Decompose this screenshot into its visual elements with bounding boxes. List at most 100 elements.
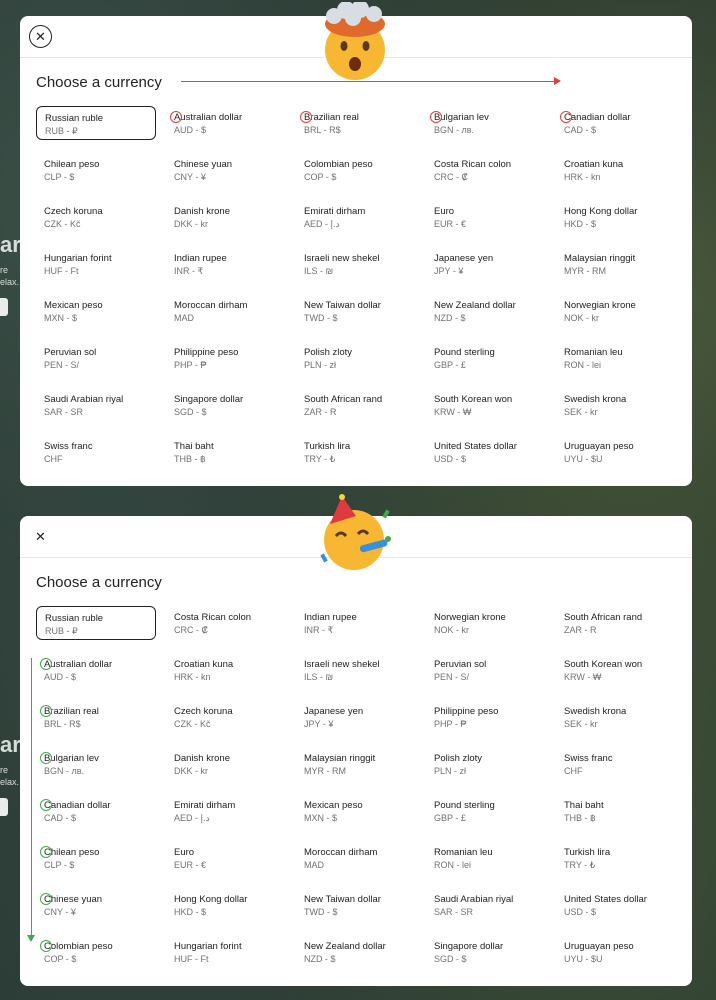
currency-option[interactable]: Swedish krona SEK - kr bbox=[556, 700, 686, 734]
currency-option[interactable]: Polish zloty PLN - zł bbox=[296, 341, 426, 375]
currency-option[interactable]: South African rand ZAR - R bbox=[296, 388, 426, 422]
currency-name: Canadian dollar bbox=[44, 800, 111, 811]
currency-option[interactable]: Thai baht THB - ฿ bbox=[556, 794, 686, 828]
currency-option[interactable]: Pound sterling GBP - £ bbox=[426, 341, 556, 375]
currency-option[interactable]: Mexican peso MXN - $ bbox=[36, 294, 166, 328]
currency-option[interactable]: Thai baht THB - ฿ bbox=[166, 435, 296, 469]
currency-option[interactable]: Euro EUR - € bbox=[426, 200, 556, 234]
currency-name: Brazilian real bbox=[44, 706, 99, 717]
currency-option[interactable]: Peruvian sol PEN - S/ bbox=[426, 653, 556, 687]
currency-option[interactable]: Bulgarian lev BGN - лв. bbox=[36, 747, 166, 781]
currency-option[interactable]: Chinese yuan CNY - ¥ bbox=[166, 153, 296, 187]
currency-option[interactable]: Costa Rican colon CRC - ₡ bbox=[426, 153, 556, 187]
currency-option[interactable]: Czech koruna CZK - Kč bbox=[166, 700, 296, 734]
currency-option[interactable]: Costa Rican colon CRC - ₡ bbox=[166, 606, 296, 640]
currency-option[interactable]: Singapore dollar SGD - $ bbox=[166, 388, 296, 422]
currency-option[interactable]: Hong Kong dollar HKD - $ bbox=[556, 200, 686, 234]
currency-option[interactable]: Canadian dollar CAD - $ bbox=[556, 106, 686, 140]
currency-option[interactable]: Croatian kuna HRK - kn bbox=[556, 153, 686, 187]
currency-option[interactable]: Saudi Arabian riyal SAR - SR bbox=[36, 388, 166, 422]
currency-code: AED - د.إ bbox=[174, 813, 210, 823]
currency-option[interactable]: South Korean won KRW - ₩ bbox=[556, 653, 686, 687]
currency-name: Turkish lira bbox=[564, 847, 611, 858]
currency-code: DKK - kr bbox=[174, 766, 209, 776]
currency-option[interactable]: Turkish lira TRY - ₺ bbox=[296, 435, 426, 469]
currency-option[interactable]: Norwegian krone NOK - kr bbox=[426, 606, 556, 640]
currency-option[interactable]: Turkish lira TRY - ₺ bbox=[556, 841, 686, 875]
currency-option[interactable]: Chinese yuan CNY - ¥ bbox=[36, 888, 166, 922]
close-icon[interactable]: ✕ bbox=[29, 525, 52, 548]
currency-option[interactable]: Mexican peso MXN - $ bbox=[296, 794, 426, 828]
currency-option[interactable]: Indian rupee INR - ₹ bbox=[166, 247, 296, 281]
currency-option[interactable]: Brazilian real BRL - R$ bbox=[36, 700, 166, 734]
currency-option[interactable]: Euro EUR - € bbox=[166, 841, 296, 875]
currency-option[interactable]: New Zealand dollar NZD - $ bbox=[296, 935, 426, 969]
currency-option[interactable]: Hungarian forint HUF - Ft bbox=[36, 247, 166, 281]
currency-option[interactable]: Moroccan dirham MAD bbox=[296, 841, 426, 875]
currency-option[interactable]: Pound sterling GBP - £ bbox=[426, 794, 556, 828]
currency-option[interactable]: Australian dollar AUD - $ bbox=[36, 653, 166, 687]
currency-option[interactable]: Emirati dirham AED - د.إ bbox=[296, 200, 426, 234]
currency-option[interactable]: Danish krone DKK - kr bbox=[166, 747, 296, 781]
currency-option[interactable]: Czech koruna CZK - Kč bbox=[36, 200, 166, 234]
currency-option[interactable]: Romanian leu RON - lei bbox=[426, 841, 556, 875]
currency-option[interactable]: Japanese yen JPY - ¥ bbox=[426, 247, 556, 281]
currency-option[interactable]: Norwegian krone NOK - kr bbox=[556, 294, 686, 328]
currency-option[interactable]: Japanese yen JPY - ¥ bbox=[296, 700, 426, 734]
currency-option[interactable]: Hungarian forint HUF - Ft bbox=[166, 935, 296, 969]
currency-option[interactable]: Brazilian real BRL - R$ bbox=[296, 106, 426, 140]
currency-option[interactable]: Australian dollar AUD - $ bbox=[166, 106, 296, 140]
currency-option[interactable]: South Korean won KRW - ₩ bbox=[426, 388, 556, 422]
currency-code: TWD - $ bbox=[304, 313, 338, 323]
currency-code: SGD - $ bbox=[174, 407, 207, 417]
currency-option[interactable]: Israeli new shekel ILS - ₪ bbox=[296, 247, 426, 281]
currency-option[interactable]: Chilean peso CLP - $ bbox=[36, 841, 166, 875]
currency-option[interactable]: Singapore dollar SGD - $ bbox=[426, 935, 556, 969]
currency-option[interactable]: United States dollar USD - $ bbox=[556, 888, 686, 922]
currency-option[interactable]: Philippine peso PHP - ₱ bbox=[426, 700, 556, 734]
currency-option[interactable]: Canadian dollar CAD - $ bbox=[36, 794, 166, 828]
currency-code: NOK - kr bbox=[434, 625, 469, 635]
currency-option[interactable]: Moroccan dirham MAD bbox=[166, 294, 296, 328]
currency-option[interactable]: Polish zloty PLN - zł bbox=[426, 747, 556, 781]
currency-option[interactable]: Swiss franc CHF bbox=[556, 747, 686, 781]
currency-option[interactable]: Uruguayan peso UYU - $U bbox=[556, 435, 686, 469]
currency-name: Colombian peso bbox=[304, 159, 373, 170]
currency-option[interactable]: New Taiwan dollar TWD - $ bbox=[296, 888, 426, 922]
currency-option[interactable]: Colombian peso COP - $ bbox=[296, 153, 426, 187]
currency-code: PLN - zł bbox=[304, 360, 337, 370]
currency-option[interactable]: Bulgarian lev BGN - лв. bbox=[426, 106, 556, 140]
currency-option[interactable]: Indian rupee INR - ₹ bbox=[296, 606, 426, 640]
currency-option[interactable]: Philippine peso PHP - ₱ bbox=[166, 341, 296, 375]
currency-name: Hungarian forint bbox=[174, 941, 242, 952]
currency-option[interactable]: Swiss franc CHF bbox=[36, 435, 166, 469]
currency-option[interactable]: Danish krone DKK - kr bbox=[166, 200, 296, 234]
currency-option[interactable]: Hong Kong dollar HKD - $ bbox=[166, 888, 296, 922]
currency-option[interactable]: Israeli new shekel ILS - ₪ bbox=[296, 653, 426, 687]
currency-option[interactable]: Malaysian ringgit MYR - RM bbox=[296, 747, 426, 781]
currency-option[interactable]: Saudi Arabian riyal SAR - SR bbox=[426, 888, 556, 922]
currency-option[interactable]: Chilean peso CLP - $ bbox=[36, 153, 166, 187]
currency-option[interactable]: Swedish krona SEK - kr bbox=[556, 388, 686, 422]
currency-option-selected[interactable]: Russian ruble RUB - ₽ bbox=[36, 606, 156, 640]
currency-option[interactable]: Croatian kuna HRK - kn bbox=[166, 653, 296, 687]
currency-name: Polish zloty bbox=[304, 347, 353, 358]
currency-option[interactable]: New Taiwan dollar TWD - $ bbox=[296, 294, 426, 328]
currency-code: GBP - £ bbox=[434, 360, 466, 370]
currency-code: CNY - ¥ bbox=[44, 907, 76, 917]
currency-option[interactable]: Uruguayan peso UYU - $U bbox=[556, 935, 686, 969]
currency-name: New Zealand dollar bbox=[434, 300, 516, 311]
currency-option-selected[interactable]: Russian ruble RUB - ₽ bbox=[36, 106, 156, 140]
currency-option[interactable]: New Zealand dollar NZD - $ bbox=[426, 294, 556, 328]
currency-option[interactable]: Malaysian ringgit MYR - RM bbox=[556, 247, 686, 281]
currency-name: Singapore dollar bbox=[174, 394, 244, 405]
currency-option[interactable]: Emirati dirham AED - د.إ bbox=[166, 794, 296, 828]
currency-option[interactable]: United States dollar USD - $ bbox=[426, 435, 556, 469]
currency-option[interactable]: Peruvian sol PEN - S/ bbox=[36, 341, 166, 375]
close-icon[interactable]: ✕ bbox=[29, 25, 52, 48]
currency-option[interactable]: Romanian leu RON - lei bbox=[556, 341, 686, 375]
currency-option[interactable]: South African rand ZAR - R bbox=[556, 606, 686, 640]
currency-name: South Korean won bbox=[564, 659, 643, 670]
currency-code: HUF - Ft bbox=[174, 954, 209, 964]
currency-option[interactable]: Colombian peso COP - $ bbox=[36, 935, 166, 969]
